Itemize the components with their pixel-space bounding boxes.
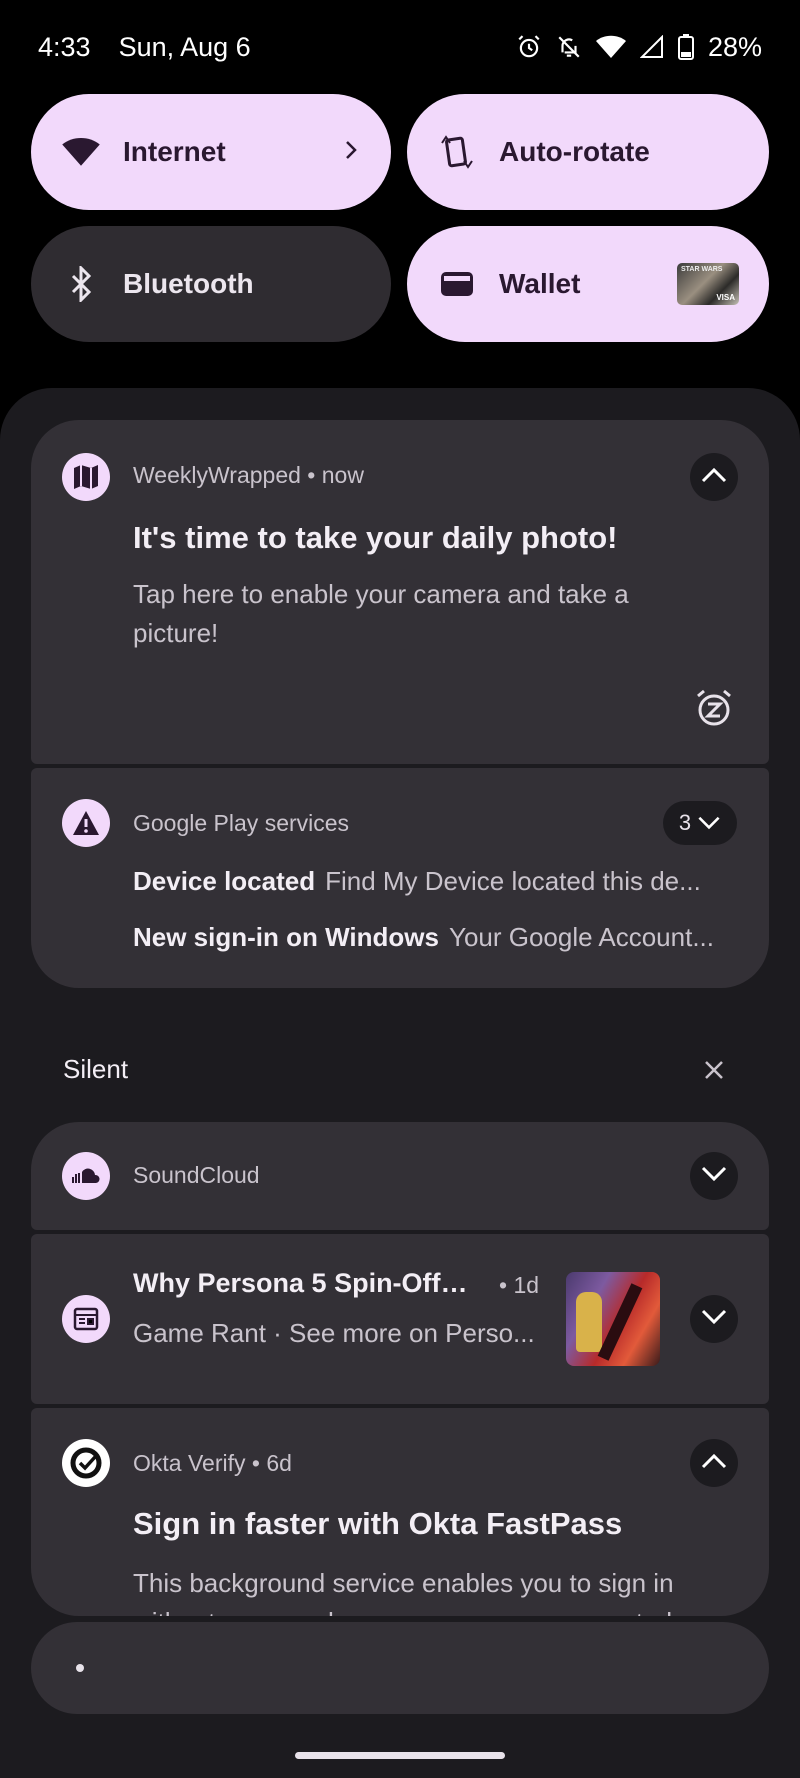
collapse-button[interactable] [690,453,738,501]
soundcloud-notification[interactable]: SoundCloud [31,1122,769,1230]
row-text: Your Google Account... [448,922,714,952]
app-name: SoundCloud [133,1162,260,1188]
expand-button[interactable] [690,1295,738,1343]
google-play-services-notification[interactable]: Google Play services 3 Device located Fin… [31,768,769,988]
expand-group-button[interactable]: 3 [663,801,737,845]
chevron-down-icon [697,810,721,836]
cellular-signal-icon [639,35,664,59]
chevron-down-icon [701,1309,727,1330]
app-name: WeeklyWrapped [133,462,301,488]
warning-icon [62,799,110,847]
newspaper-icon [62,1295,110,1343]
clear-silent-button[interactable] [694,1052,734,1092]
soundcloud-icon [62,1152,110,1200]
okta-checkmark-icon [62,1439,110,1487]
row-title: Device located [133,866,316,896]
notification-title: Sign in faster with Okta FastPass [133,1506,623,1541]
manage-notifications-bar[interactable] [31,1622,769,1714]
autorotate-tile-label: Auto-rotate [499,136,650,167]
status-icons: 28% [516,32,762,63]
notification-title: Why Persona 5 Spin-Offs... [133,1268,473,1298]
notification-body: This background service enables you to s… [133,1568,674,1616]
chevron-down-icon [701,1166,727,1187]
home-gesture-handle[interactable] [295,1752,505,1759]
wallet-card-thumbnail: STAR WARS VISA [677,263,739,305]
bluetooth-icon [61,264,101,304]
wifi-icon [61,132,101,172]
battery-percent: 28% [707,31,762,62]
chevron-up-icon [701,467,727,488]
wifi-icon [595,35,626,59]
notification-app-meta: WeeklyWrapped • now [133,462,364,488]
snooze-icon [694,689,734,732]
collapse-button[interactable] [690,1439,738,1487]
wallet-icon [437,264,477,304]
internet-tile[interactable]: Internet [31,94,391,210]
page-indicator-dot [76,1664,84,1672]
grouped-notification-row[interactable]: New sign-in on Windows Your Google Accoun… [133,922,733,953]
map-icon [62,453,110,501]
weeklywrapped-notification[interactable]: WeeklyWrapped • now It's time to take yo… [31,420,769,764]
chevron-right-icon [341,136,361,168]
silent-section-label: Silent [63,1054,129,1084]
alarm-icon [516,34,542,60]
chevron-up-icon [701,1453,727,1474]
app-name: Google Play services [133,810,350,836]
bell-off-icon [556,34,582,60]
autorotate-icon [437,132,477,172]
wallet-tile[interactable]: Wallet STAR WARS VISA [407,226,769,342]
notification-count: 3 [678,810,692,835]
internet-tile-label: Internet [123,136,226,167]
bluetooth-tile[interactable]: Bluetooth [31,226,391,342]
notification-time: 6d [266,1450,292,1476]
status-bar: 4:33 Sun, Aug 6 28% [0,0,800,94]
okta-verify-notification[interactable]: Okta Verify • 6d Sign in faster with Okt… [31,1408,769,1616]
app-name: Okta Verify [133,1450,246,1476]
close-icon [704,1060,724,1085]
notification-app-meta: Okta Verify • 6d [133,1450,292,1476]
notification-subtitle: Game Rant · See more on Perso... [133,1318,535,1348]
notification-body: Tap here to enable your camera and take … [133,579,629,648]
row-text: Find My Device located this de... [325,866,701,896]
clock: 4:33 [38,31,91,62]
autorotate-tile[interactable]: Auto-rotate [407,94,769,210]
wallet-tile-label: Wallet [499,268,581,299]
notification-time: now [321,462,364,488]
expand-button[interactable] [690,1152,738,1200]
notification-title: It's time to take your daily photo! [133,520,618,555]
row-title: New sign-in on Windows [133,922,439,952]
notification-time: • 1d [499,1272,540,1298]
date: Sun, Aug 6 [118,31,251,62]
article-thumbnail [566,1272,660,1366]
bluetooth-tile-label: Bluetooth [123,268,254,299]
battery-icon [677,34,694,60]
snooze-button[interactable] [694,688,734,733]
grouped-notification-row[interactable]: Device located Find My Device located thi… [133,866,733,897]
